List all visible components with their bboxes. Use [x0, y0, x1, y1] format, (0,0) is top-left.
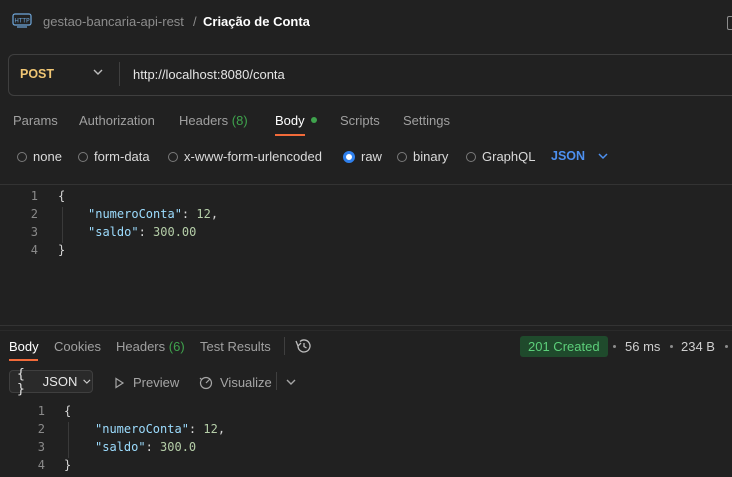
- history-icon[interactable]: [294, 338, 312, 354]
- radio-binary[interactable]: binary: [397, 149, 448, 164]
- http-request-icon: HTTP: [12, 13, 32, 28]
- response-time[interactable]: 56 ms: [625, 339, 660, 354]
- json-number: 12: [203, 422, 218, 436]
- chevron-down-icon: [83, 379, 91, 384]
- json-key: "numeroConta": [88, 207, 182, 221]
- method-select[interactable]: POST: [20, 67, 54, 81]
- request-body-editor[interactable]: 1 2 3 4 { "numeroConta": 12, "saldo": 30…: [0, 184, 732, 326]
- visualize-label: Visualize: [220, 375, 272, 390]
- preview-label: Preview: [133, 375, 180, 390]
- response-size[interactable]: 234 B: [681, 339, 715, 354]
- request-header: HTTP gestao-bancaria-api-rest / Criação …: [0, 0, 732, 44]
- divider: [119, 62, 120, 86]
- tab-authorization[interactable]: Authorization: [79, 113, 155, 128]
- tab-headers[interactable]: Headers (8): [179, 113, 248, 128]
- json-key: "saldo": [95, 440, 146, 454]
- visualize-icon: [199, 376, 213, 389]
- svg-text:HTTP: HTTP: [14, 18, 30, 25]
- chevron-down-icon: [598, 153, 608, 160]
- radio-circle: [168, 151, 178, 162]
- tab-headers-count: (8): [231, 113, 248, 128]
- json-number: 300.0: [160, 440, 197, 454]
- radio-circle-selected: [343, 150, 355, 163]
- code-line: "numeroConta": 12,: [95, 422, 226, 436]
- url-bar: [8, 54, 732, 96]
- radio-circle: [78, 151, 88, 162]
- json-key: "saldo": [88, 225, 139, 239]
- radio-form-data-label: form-data: [94, 149, 150, 164]
- response-format-select[interactable]: { } JSON: [9, 367, 93, 397]
- status-badge[interactable]: 201 Created: [520, 336, 608, 357]
- json-number: 12: [196, 207, 211, 221]
- code-line: "saldo": 300.00: [88, 225, 197, 239]
- pane-resize-handle[interactable]: [0, 330, 732, 331]
- response-tab-headers-label: Headers: [116, 339, 166, 354]
- line-number: 1: [30, 189, 38, 203]
- code-open-brace: {: [64, 404, 72, 418]
- radio-urlencoded-label: x-www-form-urlencoded: [184, 149, 322, 164]
- tab-body[interactable]: Body: [275, 113, 305, 128]
- line-number: 2: [30, 207, 38, 221]
- chevron-down-icon[interactable]: [285, 376, 297, 388]
- indent-guide: [68, 422, 69, 458]
- radio-raw[interactable]: raw: [343, 149, 382, 164]
- radio-circle: [466, 151, 476, 162]
- separator-dot: [613, 345, 616, 348]
- divider: [284, 337, 285, 355]
- radio-form-data[interactable]: form-data: [78, 149, 150, 164]
- response-tab-test-results[interactable]: Test Results: [200, 339, 271, 354]
- radio-raw-label: raw: [361, 149, 382, 164]
- tab-params[interactable]: Params: [13, 113, 58, 128]
- tab-headers-label: Headers: [179, 113, 229, 128]
- separator-dot: [670, 345, 673, 348]
- preview-button[interactable]: Preview: [113, 375, 179, 390]
- braces-icon: { }: [17, 366, 25, 397]
- visualize-button[interactable]: Visualize: [198, 375, 272, 390]
- json-key: "numeroConta": [95, 422, 189, 436]
- request-title[interactable]: Criação de Conta: [203, 14, 310, 29]
- language-label: JSON: [551, 149, 586, 163]
- radio-none-label: none: [33, 149, 62, 164]
- play-icon: [115, 376, 125, 389]
- response-tab-cookies[interactable]: Cookies: [54, 339, 101, 354]
- radio-urlencoded[interactable]: x-www-form-urlencoded: [168, 149, 322, 164]
- radio-graphql-label: GraphQL: [482, 149, 536, 164]
- code-line: "saldo": 300.0: [95, 440, 197, 454]
- breadcrumb-separator: /: [193, 14, 197, 29]
- radio-binary-label: binary: [413, 149, 449, 164]
- line-number: 3: [37, 440, 45, 454]
- radio-circle: [397, 151, 407, 162]
- divider: [276, 372, 277, 390]
- indent-guide: [62, 207, 63, 243]
- line-number: 1: [37, 404, 45, 418]
- json-number: 300.00: [153, 225, 197, 239]
- response-body-viewer[interactable]: 1 2 3 4 { "numeroConta": 12, "saldo": 30…: [0, 400, 732, 477]
- code-open-brace: {: [58, 189, 66, 203]
- response-tab-body[interactable]: Body: [9, 339, 39, 354]
- line-number: 4: [30, 243, 38, 257]
- active-tab-indicator: [275, 134, 305, 136]
- tab-scripts[interactable]: Scripts: [340, 113, 380, 128]
- url-input[interactable]: http://localhost:8080/conta: [133, 67, 285, 82]
- separator-dot: [725, 345, 728, 348]
- code-close-brace: }: [58, 243, 66, 257]
- code-close-brace: }: [64, 458, 72, 472]
- radio-circle: [17, 151, 27, 162]
- line-number: 2: [37, 422, 45, 436]
- chevron-down-icon[interactable]: [92, 66, 104, 78]
- code-line: "numeroConta": 12,: [88, 207, 219, 221]
- response-tab-headers[interactable]: Headers (6): [116, 339, 185, 354]
- tab-settings[interactable]: Settings: [403, 113, 450, 128]
- format-label: JSON: [42, 374, 78, 389]
- panel-toggle-icon[interactable]: [727, 16, 732, 30]
- radio-graphql[interactable]: GraphQL: [466, 149, 535, 164]
- radio-none[interactable]: none: [17, 149, 62, 164]
- language-select[interactable]: JSON: [551, 149, 609, 163]
- breadcrumb-collection[interactable]: gestao-bancaria-api-rest: [43, 14, 184, 29]
- response-tab-headers-count: (6): [168, 339, 185, 354]
- line-number: 3: [30, 225, 38, 239]
- body-modified-dot: [311, 117, 317, 123]
- line-number: 4: [37, 458, 45, 472]
- active-tab-indicator: [9, 359, 38, 361]
